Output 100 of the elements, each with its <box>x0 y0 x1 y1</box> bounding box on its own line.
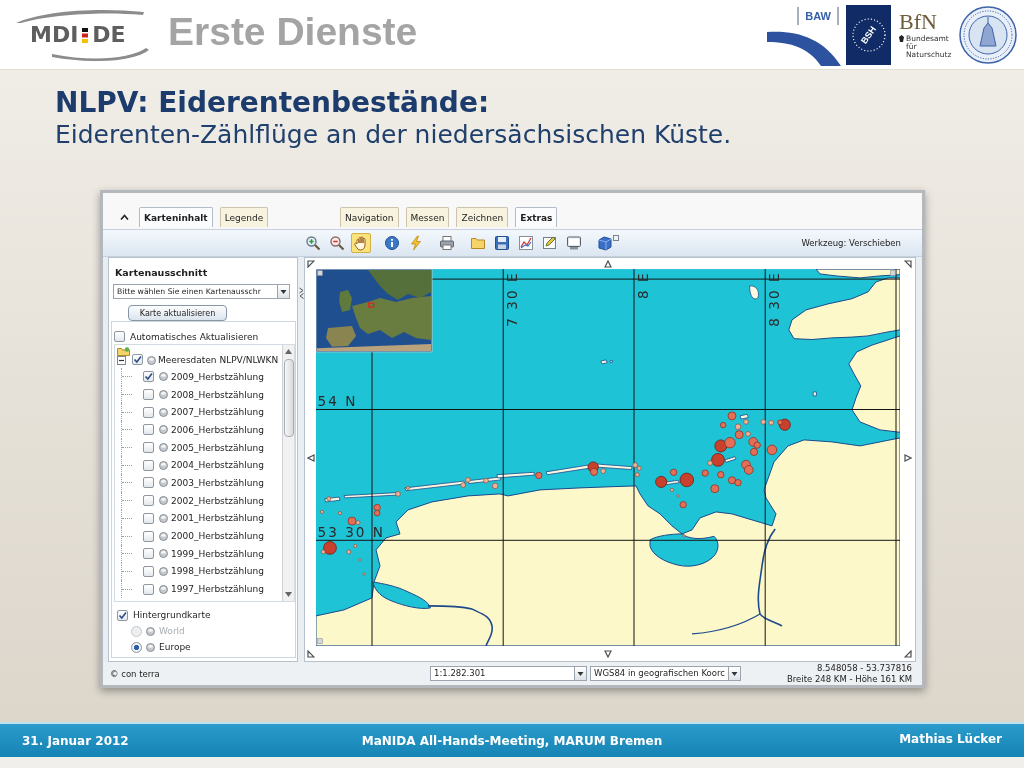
copyright-text: © con terra <box>109 668 161 679</box>
eagle-icon <box>899 35 904 42</box>
checkbox[interactable] <box>143 477 154 489</box>
scrollbar-thumb[interactable] <box>283 359 294 437</box>
map-marker <box>682 534 686 538</box>
save-button[interactable] <box>492 233 512 253</box>
scale-select[interactable]: 1:1.282.301 <box>430 666 587 681</box>
layer-label: Meeresdaten NLPV/NLWKN <box>158 355 279 365</box>
map-marker <box>717 471 725 479</box>
map-marker <box>710 484 720 494</box>
tree-connector <box>121 544 132 563</box>
print-button[interactable] <box>437 233 457 253</box>
radio-button[interactable] <box>131 641 142 653</box>
grid-label: 8 E <box>634 271 651 300</box>
circle-icon <box>147 356 156 365</box>
layer-label: 2009_Herbstzählung <box>171 371 264 382</box>
projection-select[interactable]: WGS84 in geografischen Koorc <box>590 666 741 681</box>
tab[interactable]: Zeichnen <box>456 207 509 227</box>
map-marker <box>714 439 728 453</box>
caret-up-icon[interactable] <box>285 349 292 354</box>
tree-connector <box>121 403 132 422</box>
checkbox[interactable] <box>143 459 154 471</box>
tab[interactable]: Karteninhalt <box>139 207 213 227</box>
map-marker <box>768 419 774 426</box>
caret-down-icon[interactable] <box>285 592 292 597</box>
circle-icon <box>159 407 168 417</box>
tab[interactable]: Legende <box>219 207 269 227</box>
map-marker <box>406 485 410 490</box>
tree-connector <box>121 438 132 457</box>
monitor-icon <box>566 235 582 251</box>
zoom-out-button[interactable] <box>327 233 347 253</box>
checkbox[interactable] <box>143 371 154 383</box>
info-button[interactable] <box>382 233 402 253</box>
layers-button[interactable] <box>595 233 621 253</box>
collapse-chevrons-icon[interactable] <box>298 287 304 299</box>
map-marker <box>760 419 766 425</box>
seal-icon <box>958 5 1018 64</box>
tree-connector <box>121 456 132 475</box>
corner-arrow-icon[interactable] <box>306 259 315 268</box>
down-arrow-icon[interactable] <box>604 649 612 658</box>
layer-label: 2001_Herbstzählung <box>171 513 264 524</box>
logo-text: DE <box>92 23 126 47</box>
hand-icon <box>353 235 369 251</box>
printer-icon <box>439 235 455 251</box>
footer-event: MaNIDA All-Hands-Meeting, MARUM Bremen <box>361 733 663 748</box>
folder-icon <box>117 347 130 356</box>
island <box>812 391 817 397</box>
corner-arrow-icon[interactable] <box>903 259 912 268</box>
tool-status-text: Werkzeug: Verschieben <box>801 238 901 248</box>
map-marker <box>744 465 754 475</box>
island <box>739 413 749 420</box>
checkbox[interactable] <box>132 354 143 365</box>
tree-connector <box>121 385 132 404</box>
caret-down-icon <box>577 670 584 677</box>
checkbox[interactable] <box>117 609 128 621</box>
chart-button[interactable] <box>516 233 536 253</box>
section-title: Kartenausschnitt <box>115 267 209 279</box>
up-arrow-icon[interactable] <box>604 259 612 268</box>
tab[interactable]: Navigation <box>340 207 399 227</box>
map-marker <box>358 558 362 562</box>
checkbox[interactable] <box>114 331 125 342</box>
checkbox[interactable] <box>143 406 154 418</box>
circle-icon <box>159 443 168 453</box>
preview-button[interactable] <box>564 233 584 253</box>
river-line <box>427 605 494 646</box>
coordinates-text: 8.548058 - 53.737816 <box>817 662 912 674</box>
tree-connector <box>121 368 132 386</box>
zoom-in-button[interactable] <box>303 233 323 253</box>
tree-connector <box>121 474 132 492</box>
right-arrow-icon[interactable] <box>903 453 912 462</box>
checkbox[interactable] <box>143 548 154 560</box>
island <box>749 285 759 300</box>
checkbox[interactable] <box>143 442 154 454</box>
pan-button[interactable] <box>351 233 371 253</box>
grid-label: 7 30 E <box>503 271 520 327</box>
refresh-button[interactable]: Karte aktualisieren <box>128 305 227 321</box>
logo-text: BAW <box>797 6 839 25</box>
chevron-up-icon[interactable] <box>120 214 129 220</box>
left-arrow-icon[interactable] <box>306 453 315 462</box>
checkbox[interactable] <box>143 530 154 542</box>
map-marker <box>724 437 736 449</box>
tab[interactable]: Extras <box>515 207 558 227</box>
corner-arrow-icon[interactable] <box>903 649 912 658</box>
checkbox[interactable] <box>143 512 154 524</box>
island <box>343 492 398 499</box>
tab[interactable]: Messen <box>405 207 450 227</box>
lightning-icon <box>408 235 424 251</box>
map-marker <box>676 494 680 498</box>
checkbox[interactable] <box>143 389 154 401</box>
radio-label: Europe <box>159 642 191 652</box>
minus-box-icon[interactable] <box>117 356 126 365</box>
checkbox[interactable] <box>143 495 154 507</box>
checkbox[interactable] <box>143 583 154 595</box>
circle-icon <box>146 626 155 636</box>
checkbox[interactable] <box>143 424 154 436</box>
map-marker <box>395 491 401 497</box>
circle-icon <box>159 460 168 470</box>
cube-icon <box>597 235 619 251</box>
corner-arrow-icon[interactable] <box>306 649 315 658</box>
checkbox[interactable] <box>143 565 154 577</box>
